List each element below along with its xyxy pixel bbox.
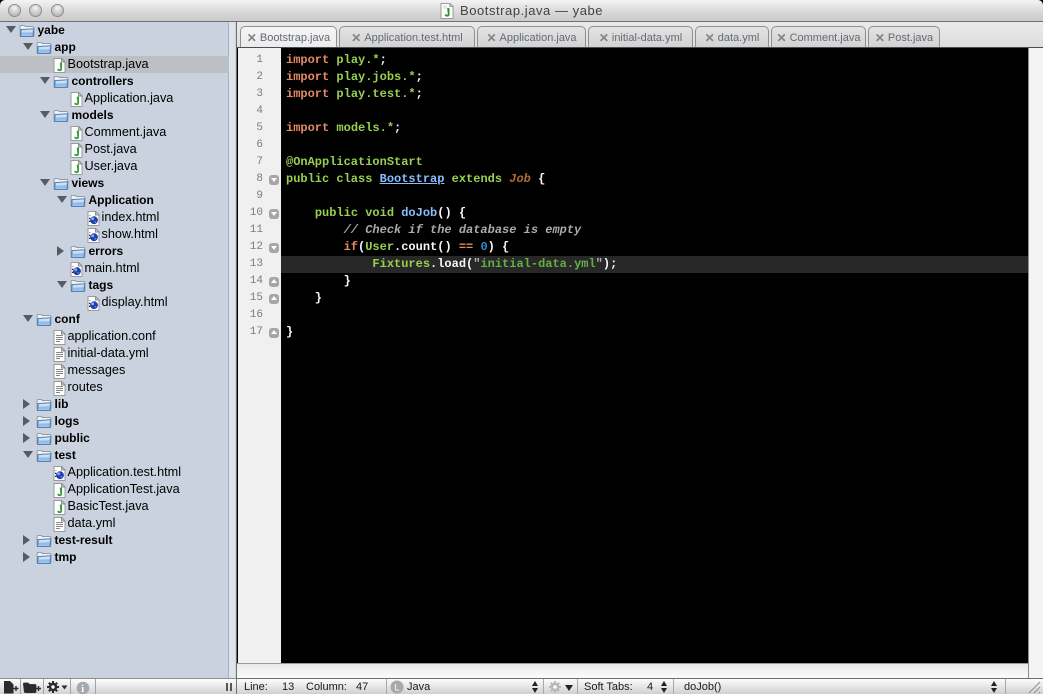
svg-text:i: i <box>81 683 84 694</box>
svg-text:L: L <box>395 683 400 693</box>
